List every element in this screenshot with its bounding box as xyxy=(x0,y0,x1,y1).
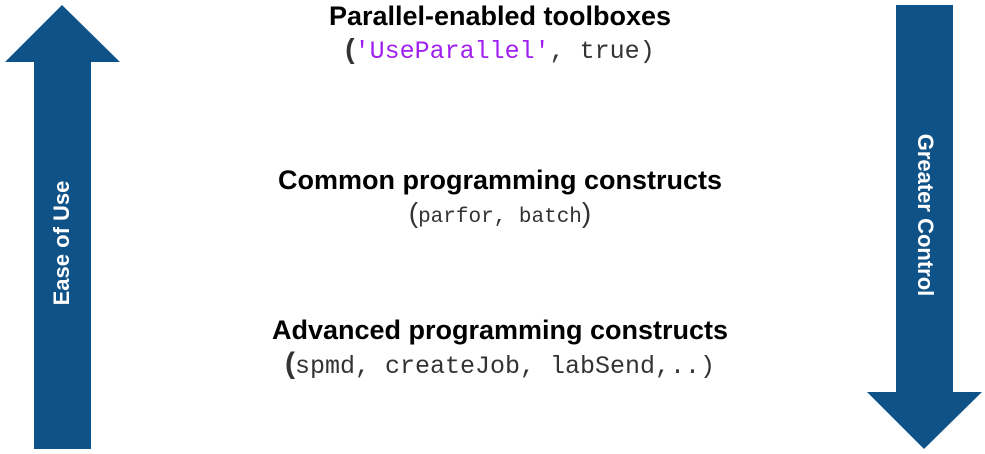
close-paren: ) xyxy=(700,352,716,382)
open-paren: ( xyxy=(345,33,355,65)
tier-code-example: (spmd, createJob, labSend,..) xyxy=(150,346,850,382)
code-arguments: , true xyxy=(549,37,640,67)
tier-common-programming-constructs: Common programming constructs (parfor, b… xyxy=(150,164,850,231)
tier-parallel-enabled-toolboxes: Parallel-enabled toolboxes ('UseParallel… xyxy=(150,0,850,67)
open-paren: ( xyxy=(408,197,419,229)
close-paren: ) xyxy=(581,197,592,229)
open-paren: ( xyxy=(284,347,295,381)
code-keywords: spmd, createJob, labSend,.. xyxy=(294,352,701,382)
tier-title: Advanced programming constructs xyxy=(271,315,729,345)
code-string-literal: 'UseParallel' xyxy=(354,37,550,67)
ease-of-use-label: Ease of Use xyxy=(49,180,74,306)
tier-title: Common programming constructs xyxy=(277,165,723,195)
tier-advanced-programming-constructs: Advanced programming constructs (spmd, c… xyxy=(150,314,850,382)
close-paren: ) xyxy=(639,37,655,67)
tier-code-example: (parfor, batch) xyxy=(150,196,850,230)
tier-title: Parallel-enabled toolboxes xyxy=(328,1,672,31)
greater-control-label: Greater Control xyxy=(913,133,938,297)
tier-code-example: ('UseParallel', true) xyxy=(150,32,850,67)
code-keywords: parfor, batch xyxy=(418,206,582,230)
